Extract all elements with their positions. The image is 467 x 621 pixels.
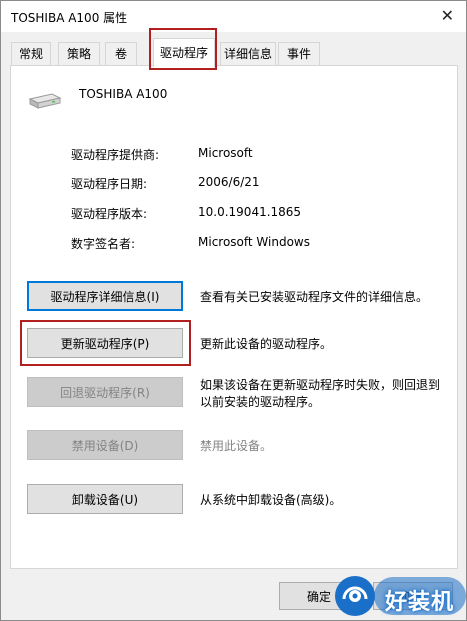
update-button-highlight	[20, 320, 191, 366]
title-bar: TOSHIBA A100 属性 ✕	[1, 1, 466, 32]
drive-icon	[28, 93, 62, 109]
update-driver-desc: 更新此设备的驱动程序。	[200, 337, 333, 351]
version-value: 10.0.19041.1865	[198, 205, 302, 219]
provider-value: Microsoft	[198, 146, 253, 160]
tab-events[interactable]: 事件	[278, 42, 320, 65]
provider-label: 驱动程序提供商:	[71, 148, 160, 162]
date-value: 2006/6/21	[198, 175, 260, 189]
tab-volumes[interactable]: 卷	[105, 42, 137, 65]
tab-general[interactable]: 常规	[11, 42, 51, 65]
driver-details-desc: 查看有关已安装驱动程序文件的详细信息。	[200, 290, 429, 304]
close-icon[interactable]: ✕	[441, 6, 454, 26]
properties-window: TOSHIBA A100 属性 ✕ 常规 策略 卷 驱动程序 详细信息 事件 T…	[0, 0, 467, 621]
driver-details-button[interactable]: 驱动程序详细信息(I)	[27, 281, 183, 311]
device-name: TOSHIBA A100	[79, 87, 168, 101]
disable-device-desc: 禁用此设备。	[200, 439, 273, 453]
driver-tab-highlight	[149, 28, 217, 70]
watermark-text: 好装机	[385, 590, 455, 615]
version-label: 驱动程序版本:	[71, 207, 148, 221]
tab-details[interactable]: 详细信息	[220, 42, 276, 65]
rollback-driver-button[interactable]: 回退驱动程序(R)	[27, 377, 183, 407]
uninstall-device-button[interactable]: 卸载设备(U)	[27, 484, 183, 514]
rollback-driver-desc: 如果该设备在更新驱动程序时失败，则回退到以前安装的驱动程序。	[200, 378, 441, 409]
signer-value: Microsoft Windows	[198, 235, 310, 249]
window-title: TOSHIBA A100 属性	[11, 11, 128, 25]
disable-device-button[interactable]: 禁用设备(D)	[27, 430, 183, 460]
tab-policies[interactable]: 策略	[58, 42, 100, 65]
signer-label: 数字签名者:	[71, 237, 136, 251]
date-label: 驱动程序日期:	[71, 177, 148, 191]
uninstall-device-desc: 从系统中卸载设备(高级)。	[200, 493, 342, 507]
